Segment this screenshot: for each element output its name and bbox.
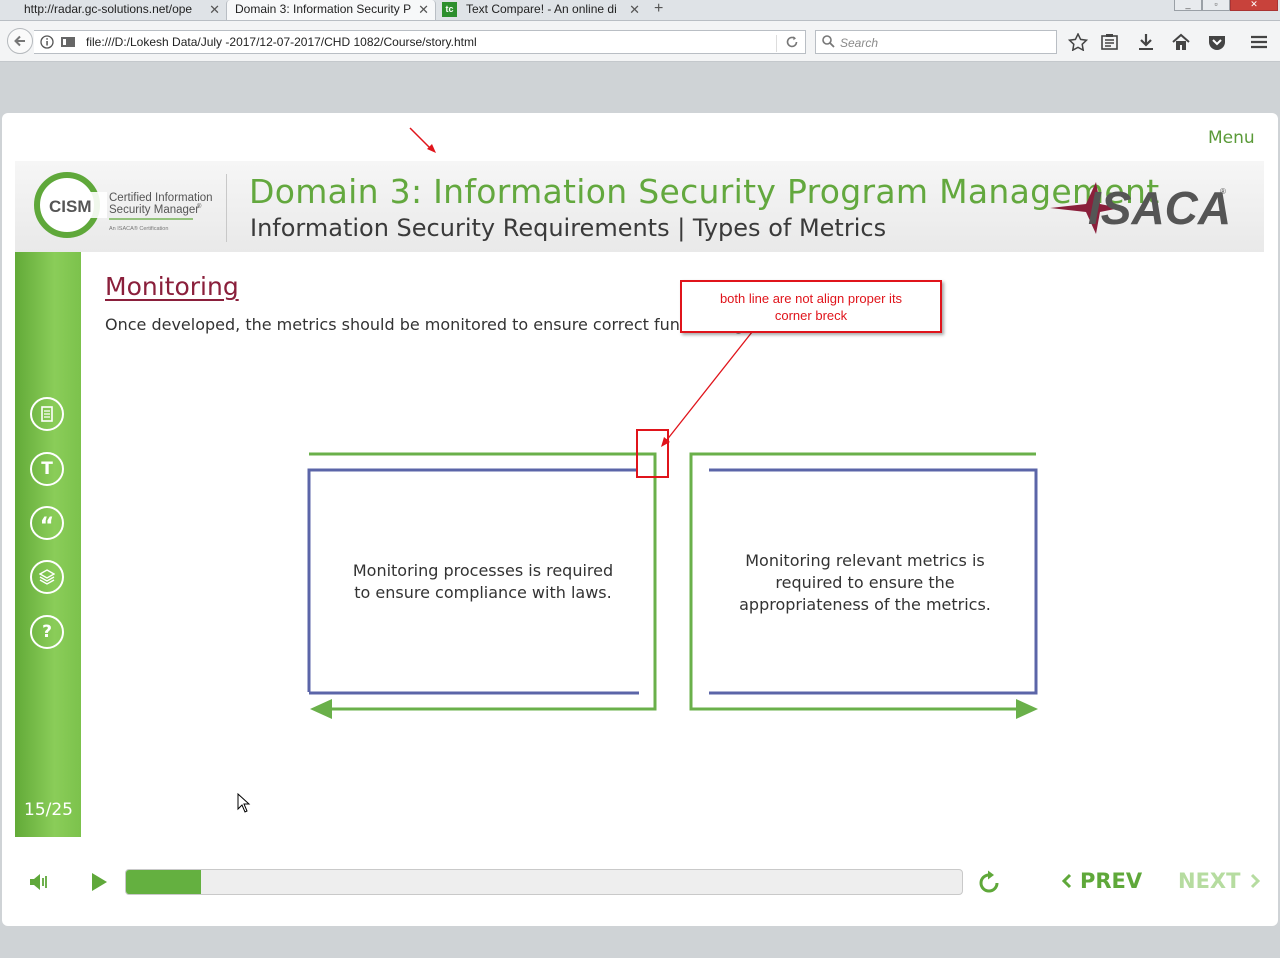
monitoring-diagram: [307, 127, 1038, 719]
volume-icon[interactable]: [28, 871, 50, 898]
annotation-line: corner breck: [774, 308, 848, 323]
annotation-line: both line are not align proper its: [719, 291, 903, 306]
box2-line: appropriateness of the metrics.: [739, 595, 991, 614]
progress-fill: [126, 870, 202, 894]
box2-line: required to ensure the: [775, 573, 955, 592]
next-label: NEXT: [1178, 869, 1241, 893]
right-arrow-icon: [1016, 699, 1038, 719]
progress-bar[interactable]: [125, 869, 963, 895]
annotation-highlight-box: [636, 429, 669, 478]
prev-button[interactable]: PREV: [1060, 869, 1142, 893]
play-icon[interactable]: [90, 872, 108, 897]
chevron-left-icon: [1061, 873, 1072, 889]
prev-label: PREV: [1080, 869, 1143, 893]
mouse-cursor-icon: [237, 793, 251, 813]
left-arrow-icon: [310, 699, 332, 719]
box2-text: Monitoring relevant metrics is required …: [712, 550, 1018, 616]
next-button[interactable]: NEXT: [1178, 869, 1262, 893]
box1-line: to ensure compliance with laws.: [354, 583, 612, 602]
annotation-callout: both line are not align proper its corne…: [680, 280, 942, 333]
annotation-pointer-arrow: [409, 127, 431, 149]
box2-line: Monitoring relevant metrics is: [745, 551, 985, 570]
box1-line: Monitoring processes is required: [352, 561, 614, 580]
chevron-right-icon: [1251, 873, 1261, 889]
box1-text: Monitoring processes is required to ensu…: [330, 560, 636, 604]
annotation-callout-line: [665, 326, 757, 442]
replay-icon[interactable]: [976, 870, 1002, 901]
